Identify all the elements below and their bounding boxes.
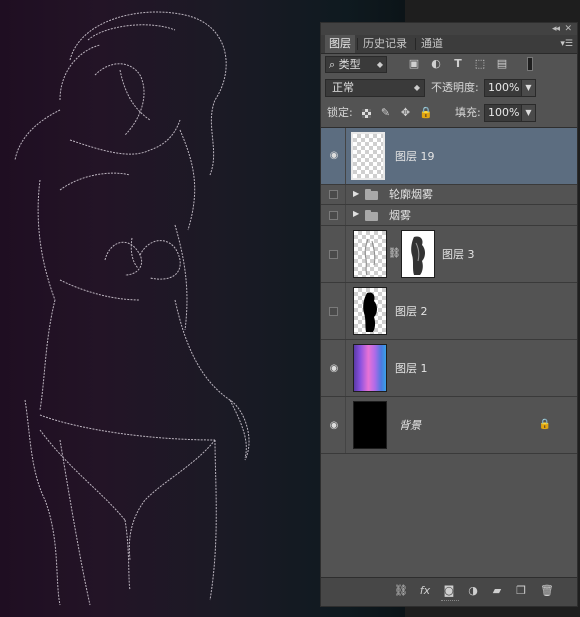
column-divider xyxy=(345,128,346,184)
opacity-input[interactable]: 100% xyxy=(484,79,522,97)
layer-mask-thumbnail[interactable] xyxy=(401,230,435,278)
filter-toggle-switch[interactable] xyxy=(527,57,533,71)
mask-icon[interactable]: ◙ xyxy=(441,584,457,598)
column-divider xyxy=(345,205,346,225)
tab-layers[interactable]: 图层 xyxy=(325,35,355,53)
smart-filter-icon[interactable]: ▤ xyxy=(495,57,509,71)
layers-list: ◉ 图层 19 ▶ 轮廓烟雾 ▶ 烟雾 ⛓ 图层 3 图层 2 ◉ 图层 1 ◉… xyxy=(321,127,577,580)
filter-kind-select[interactable]: ⌕ 类型 ◆ xyxy=(325,56,387,73)
layer-thumbnail xyxy=(353,230,387,278)
collapse-icon[interactable]: ◂◂ xyxy=(552,23,560,35)
column-divider xyxy=(345,185,346,204)
lock-transparent-icon[interactable] xyxy=(362,109,371,118)
dropdown-arrow-icon: ◆ xyxy=(413,83,420,92)
lock-icon: 🔒 xyxy=(538,419,551,430)
resize-grip[interactable] xyxy=(441,600,459,604)
layer-row[interactable]: ⛓ 图层 3 xyxy=(321,226,577,283)
layer-thumbnail xyxy=(353,344,387,392)
panel-tabs: 图层 历史记录 通道 ▾☰ xyxy=(321,35,577,54)
tab-divider xyxy=(415,38,416,50)
eye-icon[interactable]: ◉ xyxy=(327,151,341,161)
lock-position-icon[interactable]: ✥ xyxy=(399,106,412,120)
layer-name[interactable]: 图层 2 xyxy=(395,305,428,319)
layer-thumbnail xyxy=(353,401,387,449)
filter-kind-label: 类型 xyxy=(338,58,361,71)
fill-dropdown[interactable]: ▼ xyxy=(521,104,536,122)
close-icon[interactable]: ✕ xyxy=(564,23,572,35)
fx-icon[interactable]: fx xyxy=(417,584,433,598)
fill-input[interactable]: 100% xyxy=(484,104,522,122)
column-divider xyxy=(345,397,346,453)
layer-thumbnail xyxy=(351,132,385,180)
tab-divider xyxy=(357,38,358,50)
opacity-label: 不透明度: xyxy=(431,81,479,94)
layer-row[interactable]: 图层 2 xyxy=(321,283,577,340)
type-filter-icon[interactable]: T xyxy=(451,57,465,71)
layer-group-row[interactable]: ▶ 轮廓烟雾 xyxy=(321,185,577,205)
lock-all-icon[interactable]: 🔒 xyxy=(419,106,433,120)
layer-name[interactable]: 图层 19 xyxy=(395,150,435,164)
expand-arrow-icon[interactable]: ▶ xyxy=(353,189,359,198)
silhouette-thumbnail-art xyxy=(363,292,377,332)
lock-row: 锁定: ✎ ✥ 🔒 填充: 100% ▼ xyxy=(321,102,577,126)
column-divider xyxy=(345,226,346,282)
new-group-icon[interactable]: ▰ xyxy=(489,584,505,598)
chain-link-icon[interactable]: ⛓ xyxy=(388,248,401,259)
layer-name[interactable]: 图层 1 xyxy=(395,362,428,376)
dropdown-arrow-icon: ◆ xyxy=(376,60,383,69)
visibility-toggle[interactable] xyxy=(329,211,338,220)
panel-menu-icon[interactable]: ▾☰ xyxy=(560,35,573,53)
layer-name[interactable]: 烟雾 xyxy=(389,209,411,223)
trash-icon[interactable]: 🗑 xyxy=(539,584,555,598)
folder-icon xyxy=(365,189,378,200)
shape-filter-icon[interactable]: ⬚ xyxy=(473,57,487,71)
layer-name[interactable]: 轮廓烟雾 xyxy=(389,188,433,202)
link-layers-icon[interactable]: ⛓ xyxy=(393,584,409,598)
visibility-toggle[interactable] xyxy=(329,307,338,316)
image-filter-icon[interactable]: ▣ xyxy=(407,57,421,71)
blend-mode-value: 正常 xyxy=(332,81,354,94)
layer-thumbnail xyxy=(353,287,387,335)
layer-group-row[interactable]: ▶ 烟雾 xyxy=(321,205,577,226)
panel-title-bar[interactable]: ◂◂ ✕ xyxy=(321,23,577,35)
tab-channels[interactable]: 通道 xyxy=(417,35,447,53)
layers-panel: ◂◂ ✕ 图层 历史记录 通道 ▾☰ ⌕ 类型 ◆ ▣ ◐ T ⬚ ▤ 正常 ◆… xyxy=(320,22,578,607)
column-divider xyxy=(345,283,346,339)
visibility-toggle[interactable] xyxy=(329,250,338,259)
figure-thumbnail-art xyxy=(364,238,376,276)
adjustment-filter-icon[interactable]: ◐ xyxy=(429,57,443,71)
layer-filter-row: ⌕ 类型 ◆ ▣ ◐ T ⬚ ▤ xyxy=(321,53,577,77)
folder-icon xyxy=(365,210,378,221)
panel-footer: ⛓ fx ◙ ◑ ▰ ❐ 🗑 xyxy=(321,577,577,606)
search-icon: ⌕ xyxy=(329,58,336,71)
expand-arrow-icon[interactable]: ▶ xyxy=(353,209,359,218)
column-divider xyxy=(345,340,346,396)
layer-name[interactable]: 背景 xyxy=(399,419,421,433)
layer-row[interactable]: ◉ 图层 19 xyxy=(321,128,577,185)
layer-row[interactable]: ◉ 背景 🔒 xyxy=(321,397,577,454)
blend-mode-select[interactable]: 正常 ◆ xyxy=(325,79,425,97)
fill-label: 填充: xyxy=(455,106,481,119)
layer-name[interactable]: 图层 3 xyxy=(442,248,475,262)
adjustment-layer-icon[interactable]: ◑ xyxy=(465,584,481,598)
eye-icon[interactable]: ◉ xyxy=(327,364,341,374)
visibility-toggle[interactable] xyxy=(329,190,338,199)
blend-row: 正常 ◆ 不透明度: 100% ▼ xyxy=(321,77,577,101)
tab-history[interactable]: 历史记录 xyxy=(359,35,411,53)
lock-label: 锁定: xyxy=(327,106,353,119)
eye-icon[interactable]: ◉ xyxy=(327,421,341,431)
new-layer-icon[interactable]: ❐ xyxy=(513,584,529,598)
mask-figure-art xyxy=(411,236,425,275)
layer-row[interactable]: ◉ 图层 1 xyxy=(321,340,577,397)
opacity-dropdown[interactable]: ▼ xyxy=(521,79,536,97)
lock-paint-icon[interactable]: ✎ xyxy=(379,106,392,120)
